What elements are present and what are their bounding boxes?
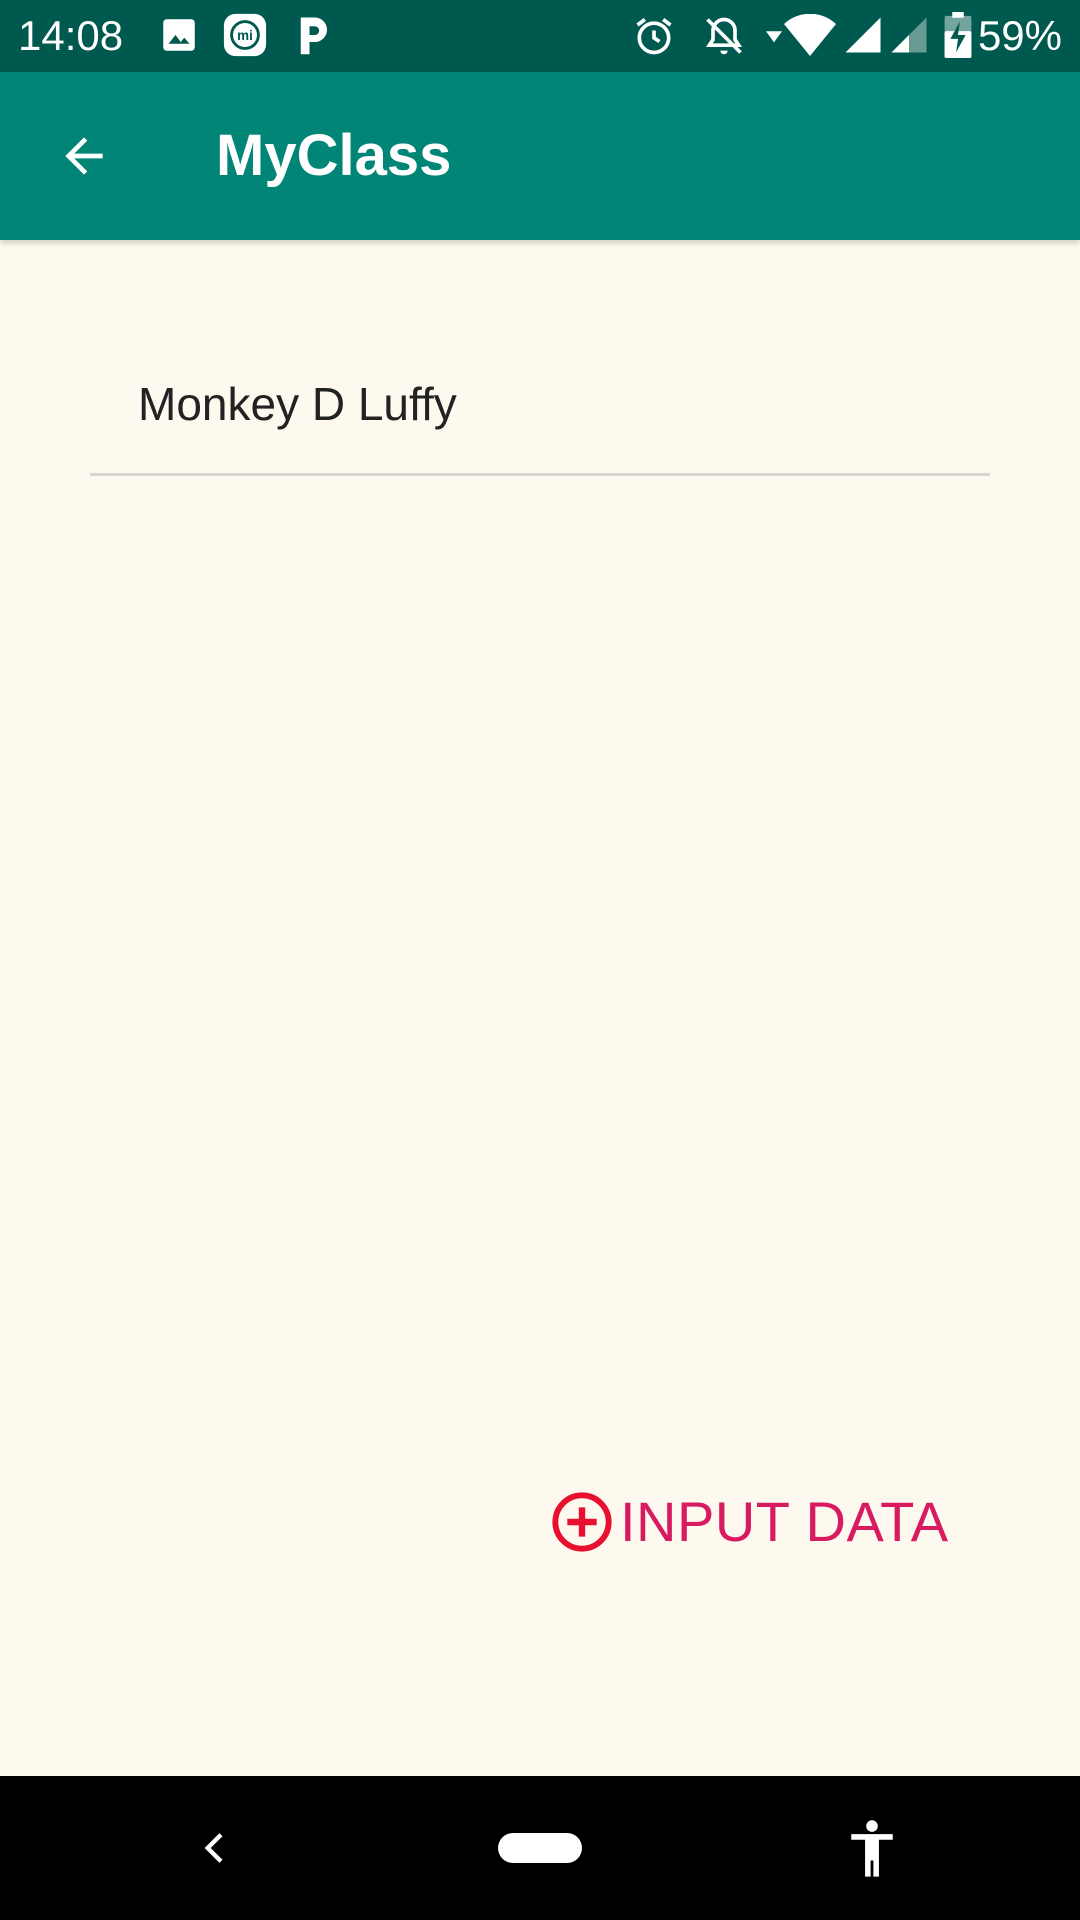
app-bar: MyClass (0, 72, 1080, 240)
input-data-button[interactable]: INPUT DATA (550, 1480, 960, 1564)
page-title: MyClass (216, 123, 452, 188)
notifications-off-icon (705, 17, 743, 55)
p-app-icon (300, 17, 327, 55)
wifi-icon (784, 14, 836, 56)
wifi-activity-icon (766, 31, 782, 43)
name-field[interactable]: Monkey D Luffy (90, 340, 990, 476)
signal-weak-icon (891, 17, 927, 53)
back-icon (204, 1833, 223, 1863)
signal-icon (845, 17, 881, 53)
arrow-back-icon (65, 137, 103, 175)
mi-app-icon: mi (223, 13, 267, 57)
battery-percent: 59% (977, 12, 1062, 59)
nav-back-button[interactable] (180, 1812, 252, 1884)
navigation-bar (0, 1776, 1080, 1920)
status-time: 14:08 (18, 12, 124, 59)
input-data-label: INPUT DATA (620, 1490, 949, 1553)
svg-text:mi: mi (237, 28, 253, 43)
image-icon (163, 19, 195, 51)
accessibility-icon (851, 1820, 893, 1877)
back-button[interactable] (48, 120, 120, 192)
nav-home-button[interactable] (480, 1812, 600, 1884)
name-value[interactable]: Monkey D Luffy (138, 376, 457, 432)
alarm-icon (636, 18, 672, 55)
battery-charging-icon (944, 12, 972, 58)
nav-accessibility-button[interactable] (836, 1808, 908, 1888)
name-field-underline (90, 473, 990, 476)
add-circle-icon (552, 1492, 612, 1552)
home-pill-icon (498, 1833, 582, 1863)
status-bar: 14:08 mi 59% (0, 0, 1080, 72)
